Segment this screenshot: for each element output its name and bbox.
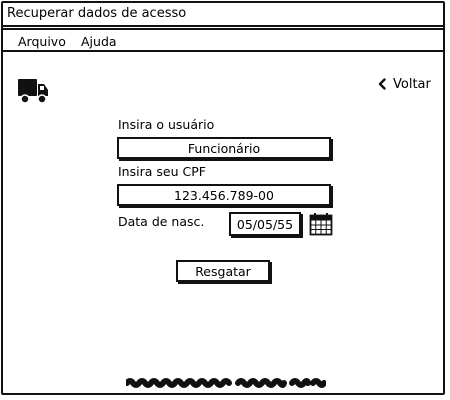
cpf-field[interactable]: 123.456.789-00 xyxy=(117,184,331,206)
truck-icon xyxy=(18,79,48,104)
back-label: Voltar xyxy=(393,76,431,92)
window-title: Recuperar dados de acesso xyxy=(7,6,187,21)
submit-button[interactable]: Resgatar xyxy=(176,260,270,282)
cpf-label: Insira seu CPF xyxy=(118,164,206,179)
birth-date-field[interactable]: 05/05/55 xyxy=(229,212,301,236)
cpf-value: 123.456.789-00 xyxy=(174,187,274,203)
scribble-footer xyxy=(126,378,326,388)
chevron-left-icon xyxy=(378,78,386,90)
user-label: Insira o usuário xyxy=(118,117,215,132)
menu-bar: Arquivo Ajuda xyxy=(1,28,445,52)
user-field[interactable]: Funcionário xyxy=(117,137,331,159)
birth-date-label: Data de nasc. xyxy=(118,214,205,229)
birth-date-value: 05/05/55 xyxy=(236,216,294,232)
title-bar: Recuperar dados de acesso xyxy=(1,1,445,27)
calendar-icon[interactable] xyxy=(309,212,333,236)
user-value: Funcionário xyxy=(187,140,261,156)
menu-arquivo[interactable]: Arquivo xyxy=(18,34,66,49)
menu-ajuda[interactable]: Ajuda xyxy=(81,34,117,49)
submit-label: Resgatar xyxy=(195,263,251,279)
back-link[interactable]: Voltar xyxy=(378,76,431,92)
